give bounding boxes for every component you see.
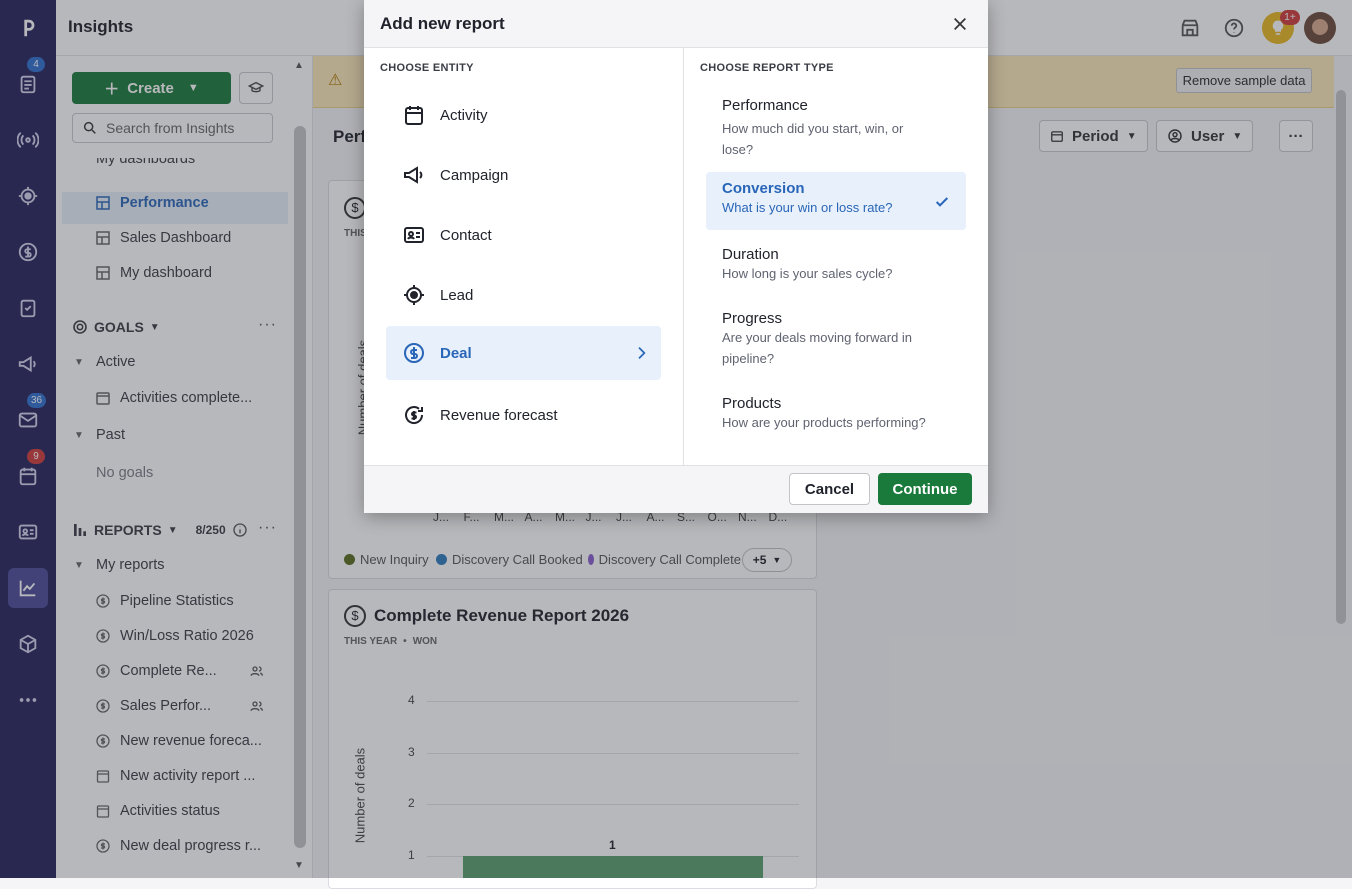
modal-title: Add new report [380,14,505,33]
entity-activity[interactable]: Activity [386,88,661,142]
checkmark-icon [935,197,949,207]
megaphone-icon [404,166,423,184]
report-type-performance[interactable]: Performance How much did you start, win,… [706,89,966,168]
column-divider [683,48,684,465]
calendar-icon [405,106,423,125]
choose-entity-header: CHOOSE ENTITY [380,62,474,74]
entity-campaign[interactable]: Campaign [386,148,661,202]
entity-lead[interactable]: Lead [386,268,661,322]
entity-contact[interactable]: Contact [386,208,661,262]
cancel-button[interactable]: Cancel [789,473,870,505]
choose-type-header: CHOOSE REPORT TYPE [700,62,834,74]
report-type-progress[interactable]: Progress Are your deals moving forward i… [706,302,966,377]
report-type-duration[interactable]: Duration How long is your sales cycle? [706,238,966,292]
target-icon [404,285,424,305]
entity-deal[interactable]: Deal [386,326,661,380]
chevron-right-icon [638,347,646,359]
continue-button[interactable]: Continue [878,473,972,505]
close-icon[interactable] [948,12,972,36]
add-report-modal: Add new report CHOOSE ENTITY CHOOSE REPO… [364,0,988,513]
report-type-products[interactable]: Products How are your products performin… [706,387,966,441]
dollar-icon [404,343,424,363]
report-type-conversion[interactable]: Conversion What is your win or loss rate… [706,172,966,230]
entity-revenue-forecast[interactable]: Revenue forecast [386,388,661,442]
contact-card-icon [404,227,424,243]
forecast-icon [405,406,424,424]
